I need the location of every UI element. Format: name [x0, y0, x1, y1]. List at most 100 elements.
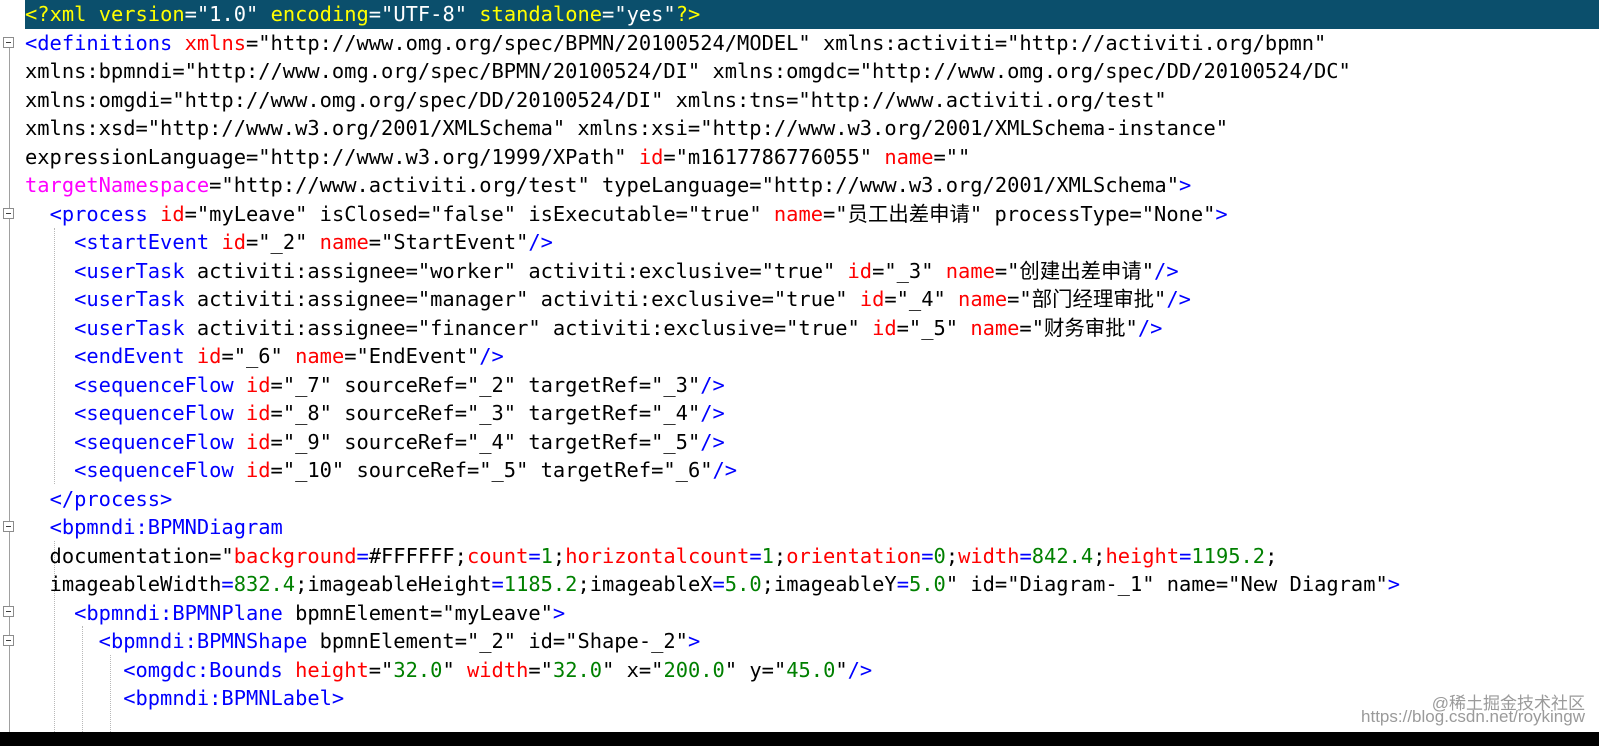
code-line[interactable]: <endEvent id="_6" name="EndEvent"/> — [25, 342, 1599, 371]
code-token: xmlns — [184, 30, 246, 55]
code-token: ="" — [933, 144, 971, 169]
code-token: id — [245, 458, 271, 482]
code-line[interactable]: xmlns:omgdi="http://www.omg.org/spec/DD/… — [25, 86, 1599, 115]
code-token: ; — [552, 543, 566, 568]
code-token: ="UTF-8" — [368, 2, 480, 26]
code-token: = — [1179, 543, 1192, 568]
code-token: <userTask — [74, 287, 185, 311]
code-token: > — [1215, 201, 1228, 226]
code-line[interactable]: <startEvent id="_2" name="StartEvent"/> — [25, 228, 1599, 257]
fold-minus-icon[interactable] — [3, 521, 14, 532]
code-line[interactable]: <process id="myLeave" isClosed="false" i… — [25, 200, 1599, 229]
code-token: background — [233, 543, 357, 568]
code-line[interactable]: xmlns:xsd="http://www.w3.org/2001/XMLSch… — [25, 114, 1599, 143]
code-line[interactable]: <sequenceFlow id="_10" sourceRef="_5" ta… — [25, 456, 1599, 485]
code-token: <endEvent — [74, 344, 185, 368]
code-token: name — [319, 230, 369, 254]
code-token: name — [773, 201, 823, 226]
code-token: =" — [368, 657, 394, 682]
code-line[interactable]: expressionLanguage="http://www.w3.org/19… — [25, 143, 1599, 172]
code-token: count — [466, 543, 529, 568]
fold-gutter — [0, 0, 22, 732]
code-line[interactable]: <bpmndi:BPMNShape bpmnElement="_2" id="S… — [25, 627, 1599, 656]
code-token: = — [528, 543, 541, 568]
code-token: 842.4 — [1031, 543, 1094, 568]
code-token: ="_5" — [896, 315, 971, 340]
code-token: <sequenceFlow — [74, 401, 234, 425]
code-line[interactable]: </process> — [25, 485, 1599, 514]
code-line[interactable]: <userTask activiti:assignee="manager" ac… — [25, 285, 1599, 314]
code-token: height — [1105, 543, 1180, 568]
code-token: name — [945, 258, 995, 283]
code-token: id — [160, 201, 185, 226]
code-token: orientation — [786, 543, 922, 568]
code-token: ;imageableX — [577, 572, 713, 596]
code-line[interactable]: imageableWidth=832.4;imageableHeight=118… — [25, 570, 1599, 599]
xml-code-area[interactable]: <?xml version="1.0" encoding="UTF-8" sta… — [25, 0, 1599, 713]
code-token: horizontalcount — [565, 543, 750, 568]
code-token: ="http://www.activiti.org/test" typeLang… — [209, 173, 1179, 197]
code-token: <sequenceFlow — [74, 458, 234, 482]
code-token: ?> — [675, 2, 701, 26]
code-token: name — [970, 315, 1020, 340]
fold-minus-icon[interactable] — [3, 606, 14, 617]
code-line[interactable]: <bpmndi:BPMNDiagram — [25, 513, 1599, 542]
code-token: id — [872, 315, 897, 340]
code-editor[interactable]: <?xml version="1.0" encoding="UTF-8" sta… — [0, 0, 1599, 732]
code-line[interactable]: targetNamespace="http://www.activiti.org… — [25, 171, 1599, 200]
code-line[interactable]: <?xml version="1.0" encoding="UTF-8" sta… — [25, 0, 1599, 29]
code-token: id — [859, 287, 885, 311]
code-line[interactable]: <bpmndi:BPMNPlane bpmnElement="myLeave"> — [25, 599, 1599, 628]
code-token: ;imageableHeight — [295, 572, 492, 596]
code-token: 0 — [933, 543, 946, 568]
code-line[interactable]: <sequenceFlow id="_8" sourceRef="_3" tar… — [25, 399, 1599, 428]
code-line[interactable]: <definitions xmlns="http://www.omg.org/s… — [25, 29, 1599, 58]
code-token: =" — [528, 657, 553, 682]
code-token: /> — [1137, 315, 1163, 340]
code-token: 832.4 — [233, 572, 296, 596]
code-token: = — [356, 543, 369, 568]
code-token: 5.0 — [908, 572, 946, 596]
code-line[interactable]: <sequenceFlow id="_7" sourceRef="_2" tar… — [25, 371, 1599, 400]
code-line[interactable]: xmlns:bpmndi="http://www.omg.org/spec/BP… — [25, 57, 1599, 86]
code-token: <bpmndi:BPMNDiagram — [49, 515, 283, 539]
fold-minus-icon[interactable] — [3, 37, 14, 48]
code-token: ="myLeave" isClosed="false" isExecutable… — [184, 201, 774, 226]
code-token: id — [638, 144, 664, 169]
code-line[interactable]: <sequenceFlow id="_9" sourceRef="_4" tar… — [25, 428, 1599, 457]
code-token: height — [295, 657, 369, 682]
code-token: /> — [712, 458, 738, 482]
fold-minus-icon[interactable] — [3, 635, 14, 646]
code-token: id — [847, 258, 873, 283]
code-token: activiti:assignee="worker" activiti:excl… — [184, 258, 848, 283]
code-token: ="http://www.omg.org/spec/BPMN/20100524/… — [246, 30, 1327, 55]
code-token: activiti:assignee="financer" activiti:ex… — [184, 315, 873, 340]
code-token: 32.0 — [552, 657, 603, 682]
code-line[interactable]: documentation="background=#FFFFFF;count=… — [25, 542, 1599, 571]
code-token: " id="Diagram-_1" name="New Diagram" — [945, 572, 1388, 596]
code-line[interactable]: <userTask activiti:assignee="worker" act… — [25, 257, 1599, 286]
code-token: 5.0 — [724, 572, 762, 596]
code-line[interactable]: <userTask activiti:assignee="financer" a… — [25, 314, 1599, 343]
code-token: name — [884, 144, 934, 169]
code-token: bpmnElement="_2" id="Shape-_2" — [307, 629, 688, 653]
code-token: 45.0 — [786, 657, 836, 682]
fold-line — [9, 43, 10, 732]
code-token: xmlns:omgdi="http://www.omg.org/spec/DD/… — [25, 87, 1167, 112]
code-token: " y=" — [724, 657, 787, 682]
code-token: > — [552, 600, 566, 625]
code-token: = — [921, 543, 934, 568]
code-line[interactable]: <omgdc:Bounds height="32.0" width="32.0"… — [25, 656, 1599, 685]
fold-minus-icon[interactable] — [3, 208, 14, 219]
code-token: activiti:assignee="manager" activiti:exc… — [184, 287, 860, 311]
